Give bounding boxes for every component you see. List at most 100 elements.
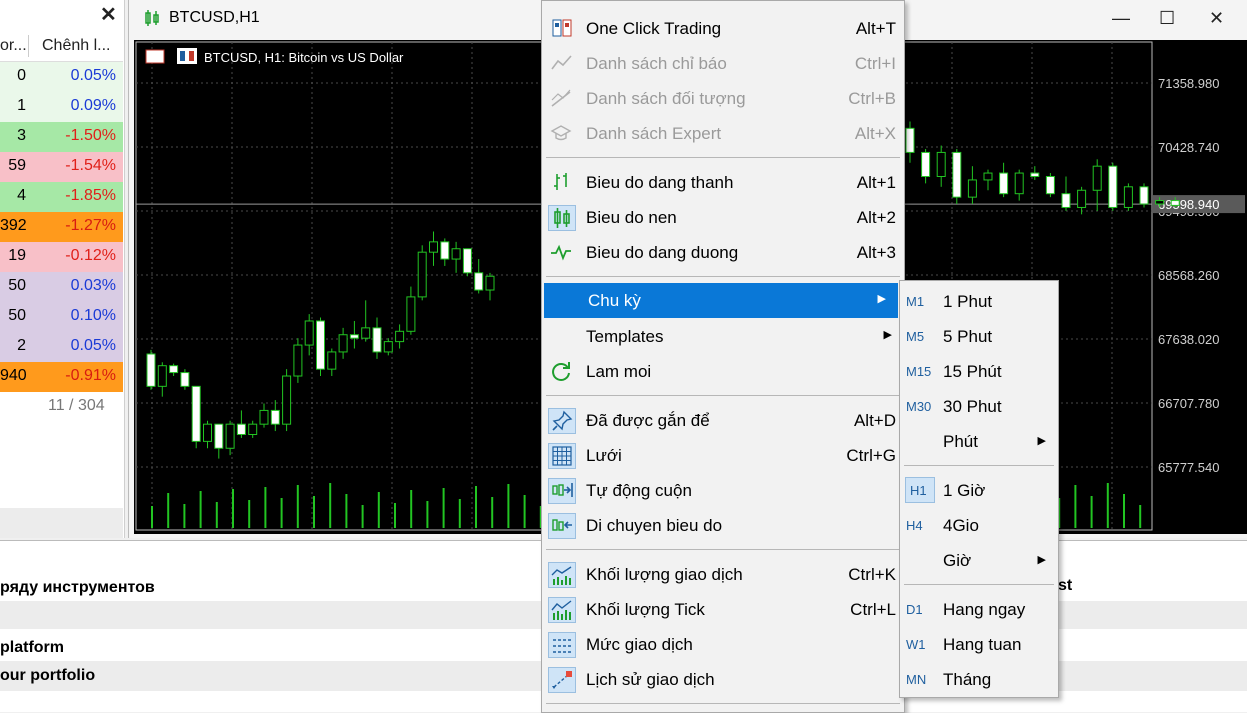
minimize-button[interactable]: — <box>1112 8 1130 29</box>
column-divider[interactable] <box>28 35 29 57</box>
submenu-item-mn[interactable]: MN Tháng <box>900 662 1058 697</box>
volume-icon <box>548 562 576 588</box>
candlestick-icon <box>548 205 576 231</box>
table-row[interactable]: 940 -0.91% <box>0 362 123 392</box>
candle-bear <box>349 334 359 339</box>
price-tick-label: 70428.740 <box>1158 140 1219 155</box>
bid-cell: 392 <box>0 217 27 234</box>
menu-item-label: Bieu do dang duong <box>586 243 739 262</box>
candle-bear <box>1170 200 1180 206</box>
menu-item-one-click-trading[interactable]: One Click Trading Alt+T <box>542 11 904 46</box>
timeframe-tag: M1 <box>906 294 925 309</box>
menu-item-label: Lam moi <box>586 362 652 381</box>
submenu-item-w1[interactable]: W1 Hang tuan <box>900 627 1058 662</box>
tick-volume-icon <box>548 597 576 623</box>
submenu-item-m1[interactable]: M1 1 Phut <box>900 284 1058 319</box>
menu-item-muc-giao-dich[interactable]: Mức giao dịch <box>542 627 904 662</box>
close-button[interactable]: ✕ <box>1209 8 1224 29</box>
candle-bull <box>282 375 292 425</box>
table-row[interactable]: 50 0.10% <box>0 302 123 332</box>
bid-cell: 50 <box>8 307 26 324</box>
menu-item-danh-sach-doi-tuong[interactable]: Danh sách đối tượng Ctrl+B <box>542 81 904 116</box>
bid-cell: 1 <box>17 97 26 114</box>
menu-item-label: Di chuyen bieu do <box>586 516 723 535</box>
menu-item-danh-sach-expert[interactable]: Danh sách Expert Alt+X <box>542 116 904 151</box>
chart-info-icon <box>145 49 165 64</box>
table-row[interactable]: 1 0.09% <box>0 92 123 122</box>
submenu-item-label: Giờ <box>943 551 972 570</box>
menu-item-lich-su-giao-dich[interactable]: Lịch sử giao dịch <box>542 662 904 697</box>
menu-item-label: Khối lượng giao dịch <box>586 565 743 584</box>
menu-item-bieu-do-dang-thanh[interactable]: Bieu do dang thanh Alt+1 <box>542 165 904 200</box>
change-cell: 0.05% <box>70 337 116 354</box>
price-tick-label: 68568.260 <box>1158 268 1219 283</box>
candle-bear <box>440 241 450 260</box>
table-row[interactable]: 59 -1.54% <box>0 152 123 182</box>
menu-item-da-duoc-gan-de[interactable]: Đã được gắn để Alt+D <box>542 403 904 438</box>
maximize-button[interactable]: ☐ <box>1159 8 1175 29</box>
menu-item-label: Chu kỳ <box>588 291 641 310</box>
change-cell: 0.03% <box>70 277 116 294</box>
candle-bull <box>259 409 269 425</box>
submenu-item-h4[interactable]: H4 4Gio <box>900 508 1058 543</box>
menu-item-chu-ky[interactable]: Chu kỳ ▶ <box>544 283 898 318</box>
submenu-item-label: Hang ngay <box>943 600 1026 619</box>
candle-bull <box>1077 189 1087 208</box>
menu-item-lam-moi[interactable]: Lam moi <box>542 354 904 389</box>
menu-item-templates[interactable]: Templates ▶ <box>542 319 904 354</box>
chart-trade-icon <box>189 51 194 61</box>
table-row[interactable]: 4 -1.85% <box>0 182 123 212</box>
table-row[interactable]: 392 -1.27% <box>0 212 123 242</box>
indicator-list-icon <box>548 51 576 77</box>
change-cell: -0.91% <box>65 367 116 384</box>
market-watch-footer <box>0 508 123 538</box>
candle-bull <box>485 275 495 291</box>
submenu-item-m5[interactable]: M5 5 Phut <box>900 319 1058 354</box>
submenu-item-gio[interactable]: Giờ ▶ <box>900 543 1058 578</box>
menu-item-khoi-luong-tick[interactable]: Khối lượng Tick Ctrl+L <box>542 592 904 627</box>
column-header-change[interactable]: Chênh l... <box>42 37 110 55</box>
list-item-label: platform <box>0 639 64 656</box>
bid-cell: 4 <box>17 187 26 204</box>
submenu-item-h1[interactable]: H1 1 Giờ <box>900 473 1058 508</box>
expert-list-icon <box>548 121 576 147</box>
candle-bear <box>236 423 246 435</box>
menu-item-label: Lưới <box>586 446 622 465</box>
table-row[interactable]: 19 -0.12% <box>0 242 123 272</box>
candlestick-icon <box>145 10 159 26</box>
menu-item-di-chuyen-bieu-do[interactable]: Di chuyen bieu do <box>542 508 904 543</box>
menu-separator <box>546 395 900 396</box>
trade-history-icon <box>548 667 576 693</box>
candle-bull <box>451 248 461 260</box>
menu-item-luoi[interactable]: Lưới Ctrl+G <box>542 438 904 473</box>
menu-item-bieu-do-nen[interactable]: Bieu do nen Alt+2 <box>542 200 904 235</box>
timeframe-tag: D1 <box>906 602 923 617</box>
submenu-item-phut[interactable]: Phút ▶ <box>900 424 1058 459</box>
price-tick-label: 65777.540 <box>1158 460 1219 475</box>
market-watch-panel: ✕ or... Chênh l... 0 0.05% 1 0.09% 3 -1.50% 59… <box>0 0 125 538</box>
table-row[interactable]: 2 0.05% <box>0 332 123 362</box>
change-cell: -1.27% <box>65 217 116 234</box>
market-watch-header: or... Chênh l... <box>0 31 123 62</box>
candle-bull <box>157 365 167 387</box>
menu-item-tu-dong-cuon[interactable]: Tự động cuộn <box>542 473 904 508</box>
close-icon[interactable]: ✕ <box>100 2 117 27</box>
table-row[interactable]: 50 0.03% <box>0 272 123 302</box>
menu-item-danh-sach-chi-bao[interactable]: Danh sách chỉ báo Ctrl+I <box>542 46 904 81</box>
candle-bull <box>203 423 212 442</box>
menu-item-label: Tự động cuộn <box>586 481 692 500</box>
table-row[interactable]: 3 -1.50% <box>0 122 123 152</box>
menu-item-shortcut: Alt+X <box>854 124 896 143</box>
menu-item-shortcut: Alt+D <box>853 411 896 430</box>
candle-bull <box>417 251 427 298</box>
submenu-item-m30[interactable]: M30 30 Phut <box>900 389 1058 424</box>
table-row[interactable]: 0 0.05% <box>0 62 123 92</box>
submenu-item-m15[interactable]: M15 15 Phút <box>900 354 1058 389</box>
menu-item-khoi-luong-giao-dich[interactable]: Khối lượng giao dịch Ctrl+K <box>542 557 904 592</box>
submenu-item-d1[interactable]: D1 Hang ngay <box>900 592 1058 627</box>
submenu-item-label: 1 Phut <box>943 292 993 311</box>
menu-item-label: Bieu do nen <box>586 208 677 227</box>
column-header-bid[interactable]: or... <box>0 37 27 55</box>
menu-item-bieu-do-dang-duong[interactable]: Bieu do dang duong Alt+3 <box>542 235 904 270</box>
candle-bear <box>180 372 190 387</box>
